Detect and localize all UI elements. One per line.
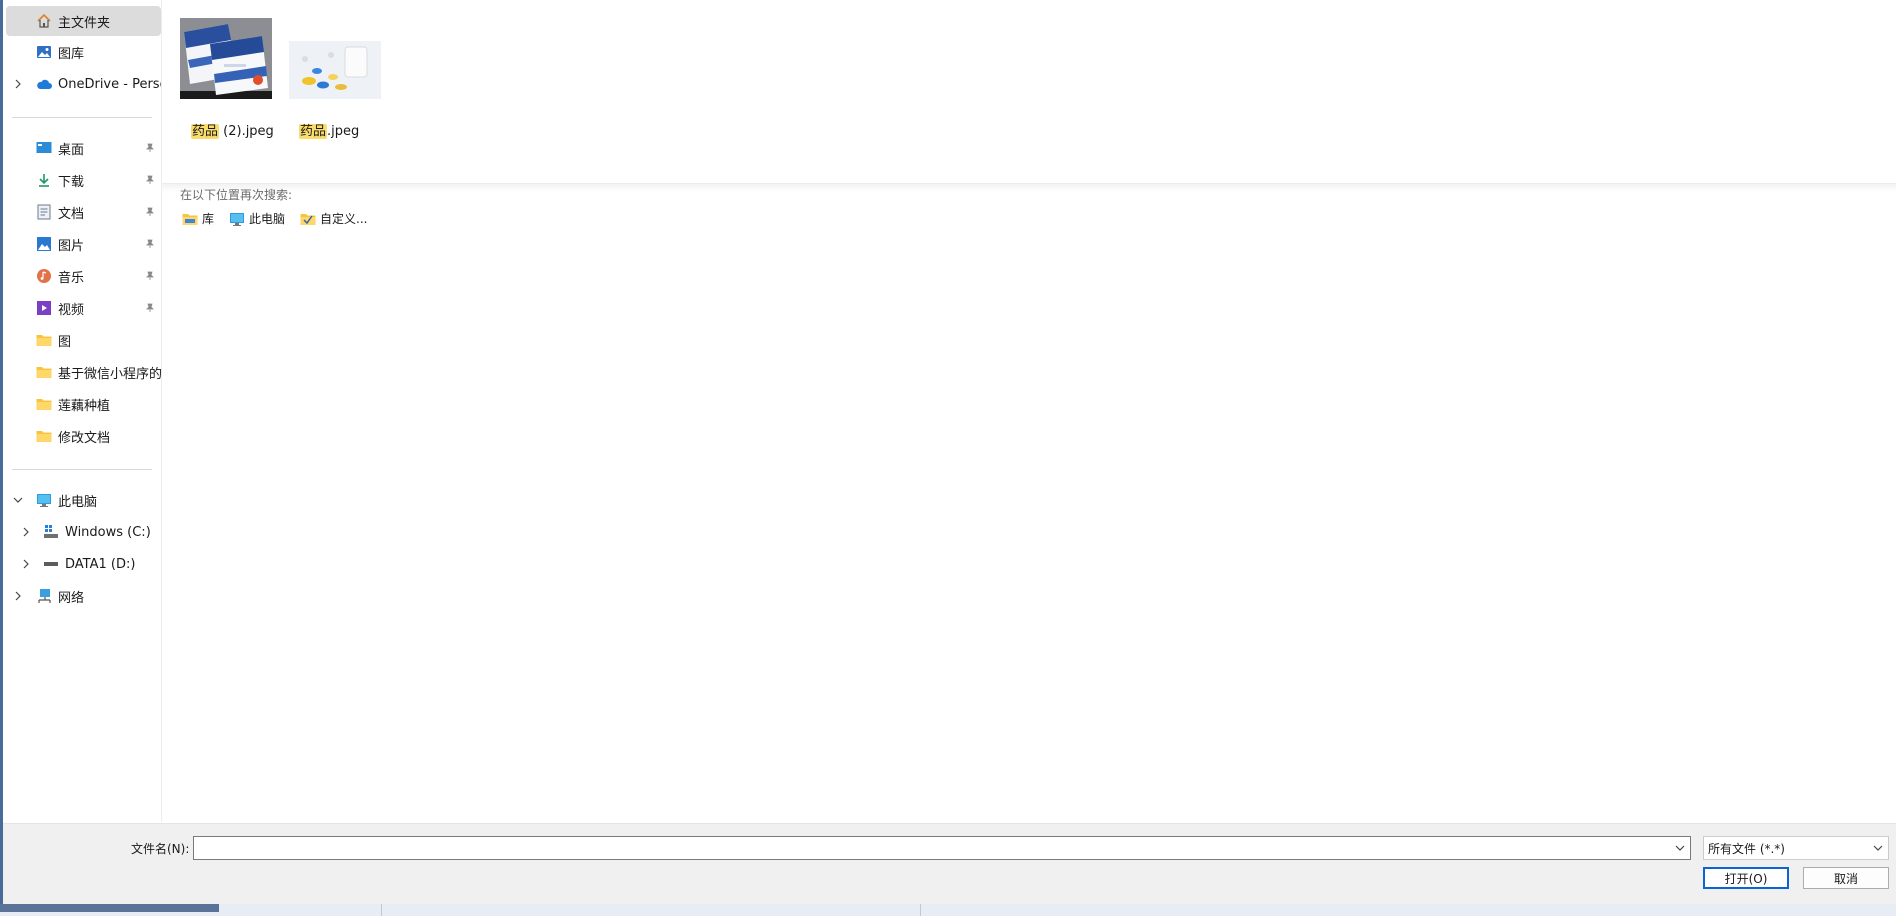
chevron-down-icon[interactable] [1674, 841, 1686, 855]
nav-label: 修改文档 [58, 430, 111, 446]
nav-label: 音乐 [58, 270, 85, 286]
sidebar-separator [12, 469, 152, 470]
desktop-icon [36, 140, 52, 156]
status-divider [920, 904, 921, 916]
windows-drive-icon [43, 524, 59, 540]
nav-label: 莲藕种植 [58, 398, 111, 414]
nav-folder-tu[interactable]: 图 [3, 325, 161, 355]
gallery-icon [36, 44, 52, 60]
drive-icon [43, 556, 59, 572]
nav-network[interactable]: 网络 [3, 581, 161, 611]
nav-folder-edit[interactable]: 修改文档 [3, 421, 161, 451]
status-strip [0, 904, 1896, 916]
chevron-right-icon[interactable] [11, 589, 25, 603]
folder-icon [36, 428, 52, 444]
search-location-library[interactable]: 库 [182, 210, 214, 227]
nav-documents[interactable]: 文档 [3, 197, 161, 227]
nav-label: 文档 [58, 206, 85, 222]
search-location-this-pc[interactable]: 此电脑 [229, 210, 285, 227]
nav-pictures[interactable]: 图片 [3, 229, 161, 259]
pin-icon [144, 174, 156, 186]
music-icon [36, 268, 52, 284]
file-name[interactable]: 药品 (2).jpeg [191, 120, 274, 139]
progress-bar [0, 904, 219, 912]
nav-label: 桌面 [58, 142, 85, 158]
search-highlight: 药品 [299, 124, 328, 139]
nav-videos[interactable]: 视频 [3, 293, 161, 323]
nav-label: 网络 [58, 590, 85, 606]
search-location-label: 库 [202, 212, 215, 226]
video-icon [36, 300, 52, 316]
file-name-rest: .jpeg [327, 124, 360, 139]
nav-label: DATA1 (D:) [65, 556, 136, 572]
search-location-custom[interactable]: 自定义... [300, 210, 367, 227]
library-folder-icon [182, 211, 198, 227]
dialog-footer: 文件名(N): 所有文件 (*.*) 打开(O) 取消 [3, 823, 1896, 905]
nav-folder-wechat[interactable]: 基于微信小程序的药 [3, 357, 161, 387]
chevron-right-icon[interactable] [11, 77, 25, 91]
pin-icon [144, 238, 156, 250]
navigation-pane[interactable]: 主文件夹 图库 OneDrive - Perso 桌面 下载 文档 图片 音乐 … [3, 0, 162, 822]
nav-label: 基于微信小程序的药 [58, 366, 161, 382]
nav-gallery[interactable]: 图库 [3, 37, 161, 67]
chevron-right-icon[interactable] [19, 525, 33, 539]
nav-label: 图 [58, 334, 72, 350]
results-divider [162, 183, 1896, 192]
nav-label: Windows (C:) [65, 524, 151, 540]
cloud-icon [36, 76, 52, 92]
computer-icon [36, 492, 52, 508]
file-thumbnail [289, 41, 381, 99]
pin-icon [144, 142, 156, 154]
nav-label: 视频 [58, 302, 85, 318]
nav-onedrive[interactable]: OneDrive - Perso [3, 69, 161, 99]
nav-label: 图库 [58, 46, 85, 62]
custom-folder-icon [300, 211, 316, 227]
download-icon [36, 172, 52, 188]
folder-icon [36, 364, 52, 380]
cancel-button[interactable]: 取消 [1803, 867, 1889, 889]
file-name[interactable]: 药品.jpeg [299, 120, 359, 139]
document-icon [36, 204, 52, 220]
folder-icon [36, 396, 52, 412]
sidebar-separator [12, 117, 152, 118]
nav-label: 下载 [58, 174, 85, 190]
nav-music[interactable]: 音乐 [3, 261, 161, 291]
nav-desktop[interactable]: 桌面 [3, 133, 161, 163]
status-divider [381, 904, 382, 916]
pictures-icon [36, 236, 52, 252]
chevron-down-icon [1872, 841, 1884, 855]
network-icon [36, 588, 52, 604]
nav-label: 此电脑 [58, 494, 98, 510]
file-list-area[interactable]: 药品 (2).jpeg 药品.jpeg [162, 0, 1896, 822]
nav-label: 图片 [58, 238, 85, 254]
search-location-label: 自定义... [320, 212, 368, 226]
pin-icon [144, 270, 156, 282]
filetype-value: 所有文件 (*.*) [1708, 841, 1785, 856]
search-again-label: 在以下位置再次搜索: [180, 188, 293, 202]
filename-label: 文件名(N): [131, 842, 190, 856]
nav-downloads[interactable]: 下载 [3, 165, 161, 195]
chevron-down-icon[interactable] [11, 493, 25, 507]
search-highlight: 药品 [191, 124, 220, 139]
pin-icon [144, 302, 156, 314]
nav-home[interactable]: 主文件夹 [6, 6, 161, 36]
folder-icon [36, 332, 52, 348]
filetype-select[interactable]: 所有文件 (*.*) [1703, 836, 1889, 860]
nav-label: 主文件夹 [58, 15, 111, 31]
pin-icon [144, 206, 156, 218]
nav-label: OneDrive - Perso [58, 76, 161, 92]
search-location-label: 此电脑 [249, 212, 286, 226]
nav-drive-d[interactable]: DATA1 (D:) [3, 549, 161, 579]
file-name-rest: (2).jpeg [219, 124, 274, 139]
open-button[interactable]: 打开(O) [1703, 867, 1789, 889]
home-icon [36, 13, 52, 29]
nav-folder-lotus[interactable]: 莲藕种植 [3, 389, 161, 419]
nav-this-pc[interactable]: 此电脑 [3, 485, 161, 515]
computer-icon [229, 211, 245, 227]
nav-drive-c[interactable]: Windows (C:) [3, 517, 161, 547]
filename-input[interactable] [193, 836, 1691, 860]
file-thumbnail [180, 18, 272, 99]
chevron-right-icon[interactable] [19, 557, 33, 571]
